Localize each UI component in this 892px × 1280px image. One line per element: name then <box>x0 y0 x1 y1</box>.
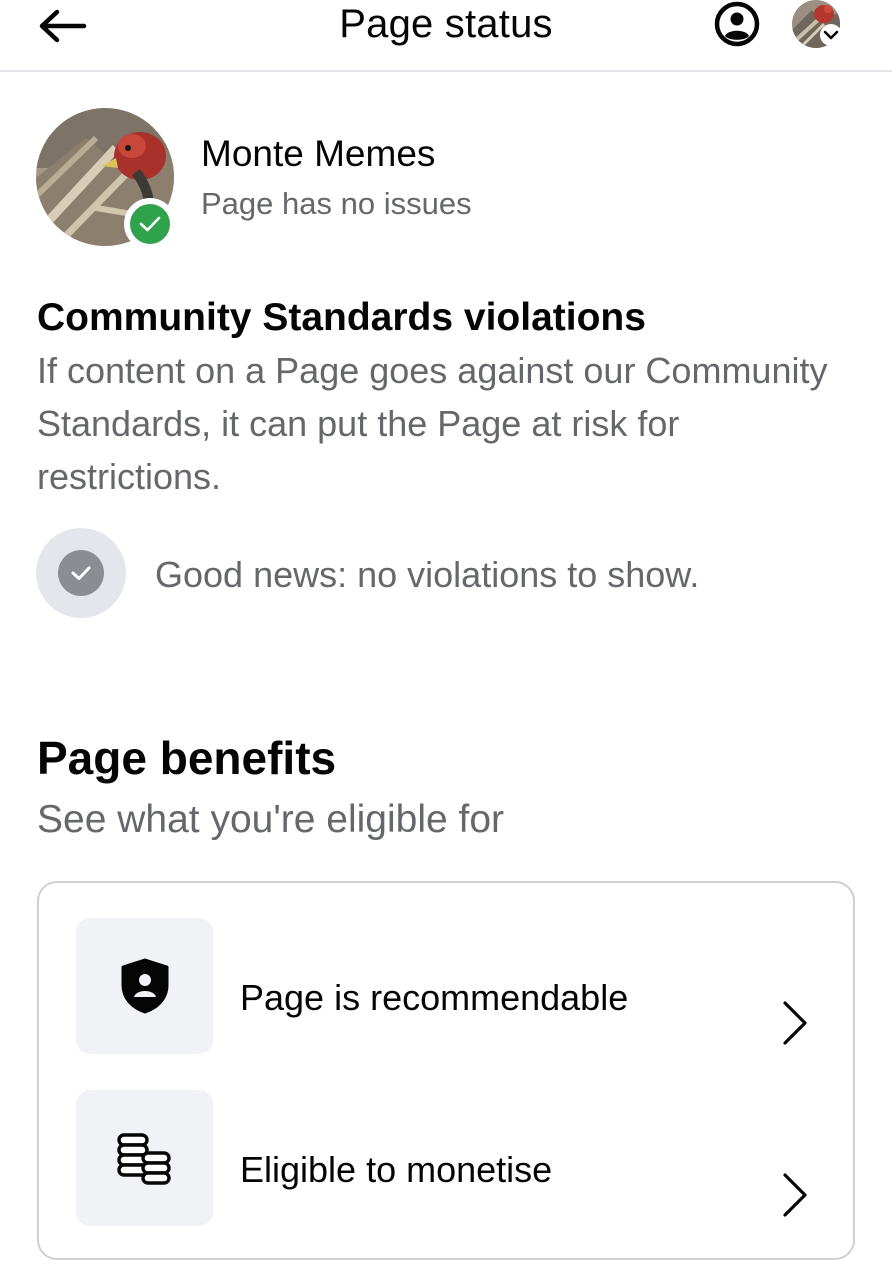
coins-stack-icon <box>116 1133 171 1185</box>
user-circle-icon <box>714 1 760 47</box>
page-benefits-subheading: See what you're eligible for <box>37 798 505 841</box>
page-name: Monte Memes <box>201 133 436 174</box>
community-standards-description: If content on a Page goes against our Co… <box>37 350 828 497</box>
profile-button[interactable] <box>713 0 761 48</box>
benefit-icon-container <box>76 1090 213 1226</box>
chevron-down-icon <box>820 24 842 46</box>
chevron-right-icon <box>777 998 811 1048</box>
shield-person-icon <box>121 958 168 1014</box>
status-badge <box>124 198 176 250</box>
benefits-card: Page is recommendable Eligible to moneti… <box>37 881 855 1260</box>
benefit-label: Eligible to monetise <box>240 1149 553 1190</box>
page-profile-picture <box>36 108 176 250</box>
community-standards-heading: Community Standards violations <box>37 296 646 339</box>
page-benefits-heading: Page benefits <box>37 732 337 784</box>
page-switcher-button[interactable] <box>790 0 850 52</box>
check-circle-icon <box>36 528 126 618</box>
benefit-label: Page is recommendable <box>240 977 629 1018</box>
benefit-icon-container <box>76 918 213 1054</box>
benefit-monetise[interactable]: Eligible to monetise <box>39 1090 853 1230</box>
benefit-recommendable[interactable]: Page is recommendable <box>39 918 853 1058</box>
page-status-text: Page has no issues <box>201 186 472 221</box>
no-violations-message: Good news: no violations to show. <box>155 554 700 595</box>
top-bar: Page status <box>0 0 892 72</box>
chevron-right-icon <box>777 1170 811 1220</box>
check-icon <box>139 216 161 232</box>
